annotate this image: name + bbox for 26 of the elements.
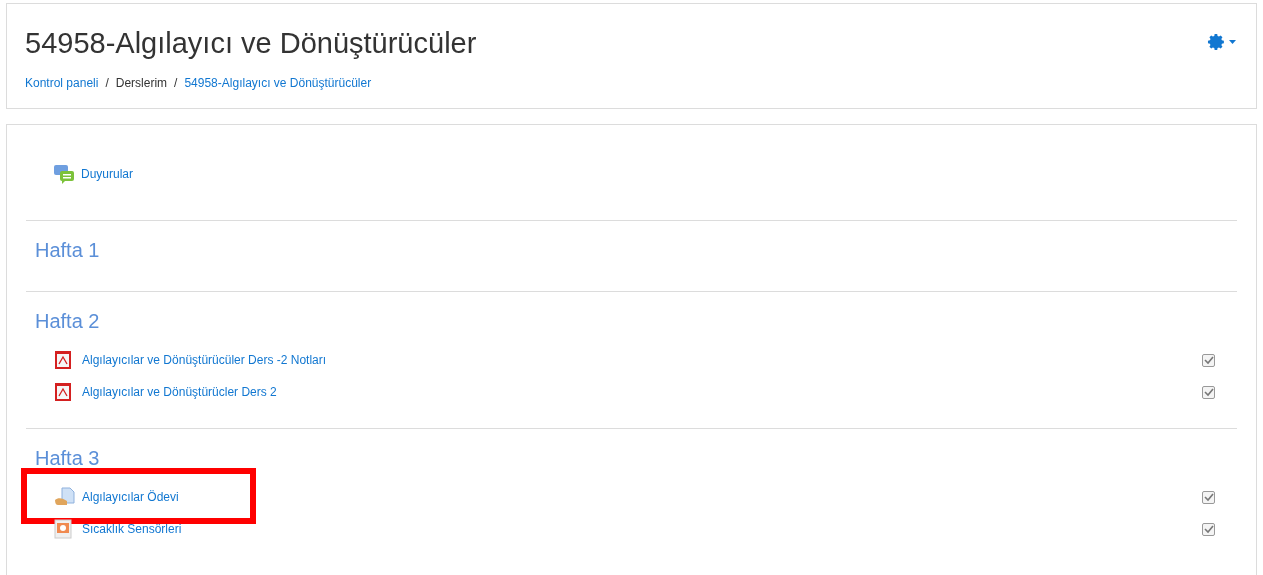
breadcrumb-link[interactable]: Kontrol paneli: [25, 74, 99, 92]
caret-icon: [1229, 40, 1236, 44]
breadcrumb-separator: /: [105, 75, 109, 92]
settings-icon: [1207, 33, 1225, 51]
settings-menu-button[interactable]: [1207, 32, 1236, 52]
activity-link[interactable]: Sıcaklık Sensörleri: [82, 520, 182, 538]
section-heading[interactable]: Hafta 2: [26, 307, 1237, 335]
activity-link[interactable]: Algılayıcılar ve Dönüştürücler Ders 2: [82, 383, 277, 401]
pdf-icon: [54, 382, 72, 402]
presentation-icon: [54, 519, 72, 539]
breadcrumb-link[interactable]: 54958-Algılayıcı ve Dönüştürücüler: [184, 74, 372, 92]
completion-checkbox[interactable]: [1202, 353, 1215, 367]
section-heading[interactable]: Hafta 3: [26, 444, 1237, 472]
activity-link[interactable]: Algılayıcılar ve Dönüştürücüler Ders -2 Notları: [82, 351, 327, 369]
breadcrumb-item: Derslerim: [115, 75, 168, 92]
breadcrumb-separator: /: [174, 75, 178, 92]
completion-checkbox[interactable]: [1202, 490, 1215, 504]
activity-link[interactable]: Duyurular: [81, 165, 134, 183]
completion-checkbox[interactable]: [1202, 522, 1215, 536]
discussion-icon: [53, 164, 75, 184]
section-heading[interactable]: Hafta 1: [26, 236, 1237, 264]
activity-link[interactable]: Algılayıcılar Ödevi: [82, 488, 179, 506]
document-hand-icon: [54, 487, 76, 507]
pdf-icon: [54, 350, 72, 370]
completion-checkbox[interactable]: [1202, 385, 1215, 399]
course-title: 54958-Algılayıcı ve Dönüştürücüler: [25, 26, 477, 60]
